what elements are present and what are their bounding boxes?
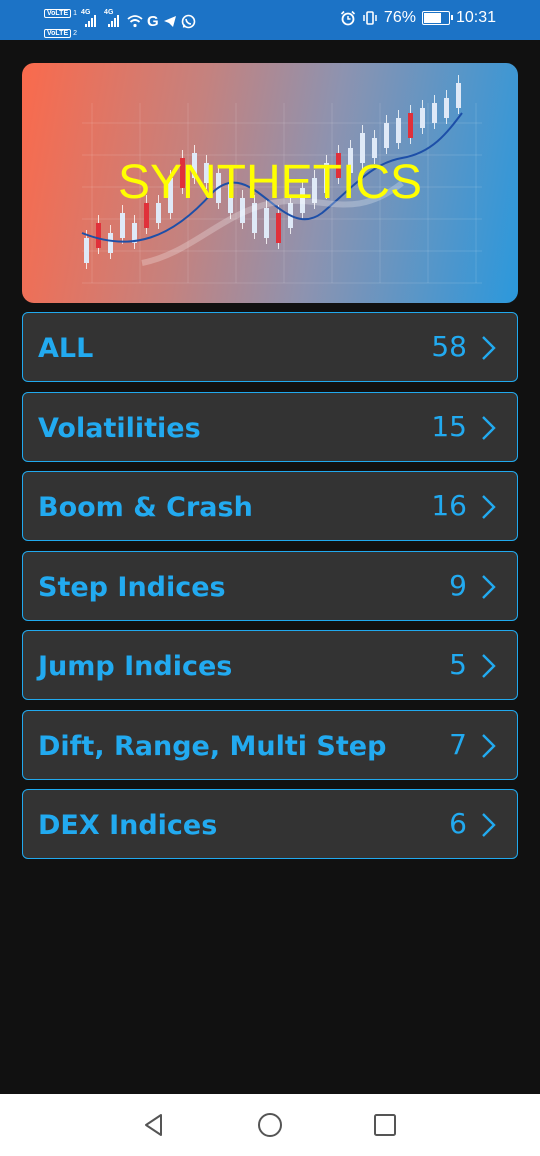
wifi-icon — [127, 15, 143, 28]
category-item-drift-range-multi-step[interactable]: Dift, Range, Multi Step 7 — [22, 710, 518, 780]
sim-1-label: 1 — [73, 10, 78, 17]
category-count: 7 — [449, 728, 467, 761]
whatsapp-icon — [181, 14, 196, 28]
category-item-all[interactable]: ALL 58 — [22, 312, 518, 382]
category-count: 16 — [431, 489, 467, 522]
category-item-jump-indices[interactable]: Jump Indices 5 — [22, 630, 518, 700]
alarm-icon — [340, 10, 355, 26]
category-label: ALL — [38, 333, 94, 364]
recents-icon[interactable] — [370, 1110, 400, 1140]
category-count: 6 — [449, 807, 467, 840]
category-label: DEX Indices — [38, 810, 218, 841]
category-item-boom-crash[interactable]: Boom & Crash 16 — [22, 471, 518, 541]
chevron-right-icon — [482, 813, 496, 837]
status-left: VoLTE 1 VoLTE 2 4G 4G G — [44, 7, 196, 38]
synthetics-banner: SYNTHETICS — [22, 63, 518, 303]
signal-icon-2: 4G — [104, 9, 120, 27]
clock: 10:31 — [455, 9, 496, 26]
telegram-icon — [163, 15, 176, 27]
vibrate-icon — [363, 11, 377, 25]
system-nav-bar — [0, 1094, 540, 1156]
battery-level — [423, 13, 441, 23]
status-bar: VoLTE 1 VoLTE 2 4G 4G G 76% 10:31 — [0, 0, 540, 40]
chevron-right-icon — [482, 336, 496, 360]
chevron-right-icon — [482, 734, 496, 758]
chevron-right-icon — [482, 416, 496, 440]
network-g-label: G — [147, 12, 159, 30]
status-right: 76% 10:31 — [340, 9, 496, 27]
category-count: 5 — [449, 648, 467, 681]
volte-indicators: VoLTE 1 VoLTE 2 — [44, 2, 77, 40]
category-label: Step Indices — [38, 572, 226, 603]
banner-title: SYNTHETICS — [117, 156, 423, 209]
sim-2-label: 2 — [73, 30, 78, 37]
category-item-dex-indices[interactable]: DEX Indices 6 — [22, 789, 518, 859]
back-icon[interactable] — [139, 1110, 169, 1140]
battery-icon — [421, 11, 453, 25]
chevron-right-icon — [482, 654, 496, 678]
category-count: 9 — [449, 569, 467, 602]
category-label: Dift, Range, Multi Step — [38, 731, 387, 762]
category-count: 15 — [431, 410, 467, 443]
chevron-right-icon — [482, 575, 496, 599]
category-count: 58 — [431, 330, 467, 363]
chevron-right-icon — [482, 495, 496, 519]
home-icon[interactable] — [255, 1110, 285, 1140]
category-label: Volatilities — [38, 413, 201, 444]
category-label: Jump Indices — [38, 651, 233, 682]
signal-icon: 4G — [81, 9, 97, 27]
volte-badge-2: VoLTE — [44, 29, 72, 38]
volte-badge-1: VoLTE — [44, 9, 72, 18]
category-item-volatilities[interactable]: Volatilities 15 — [22, 392, 518, 462]
battery-percent: 76% — [383, 9, 416, 26]
network-type-1: 4G — [81, 9, 91, 16]
category-item-step-indices[interactable]: Step Indices 9 — [22, 551, 518, 621]
category-label: Boom & Crash — [38, 492, 253, 523]
network-type-2: 4G — [104, 9, 114, 16]
